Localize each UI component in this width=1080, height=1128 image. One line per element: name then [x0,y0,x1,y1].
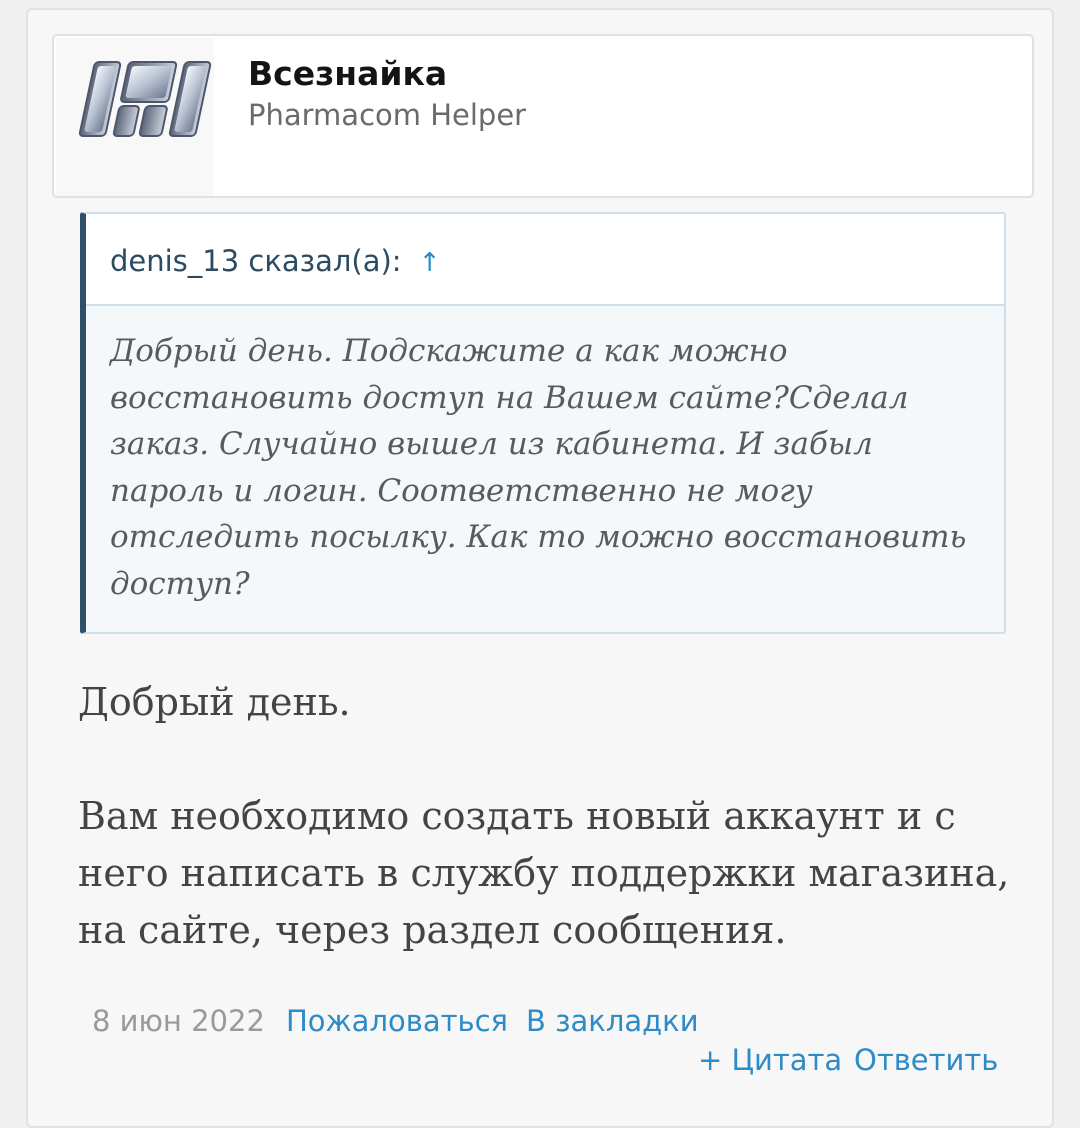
post-date[interactable]: 8 июн 2022 [92,1004,265,1038]
jump-to-post-icon[interactable]: ↑ [419,248,441,278]
author-card: Всезнайка Pharmacom Helper [52,34,1034,198]
report-link[interactable]: Пожаловаться [286,1004,508,1038]
quote-block: denis_13 сказал(а): ↑ Добрый день. Подск… [80,212,1006,634]
author-name[interactable]: Всезнайка [248,54,447,93]
post-text: Вам необходимо создать новый аккаунт и с… [78,794,1010,952]
post-body: Добрый день. Вам необходимо создать новы… [78,674,1028,959]
quote-button[interactable]: + Цитата [698,1043,842,1077]
post-container: Всезнайка Pharmacom Helper denis_13 сказ… [26,8,1054,1128]
pharmacom-logo-icon [78,61,212,137]
avatar[interactable] [56,38,214,196]
quote-author-line: denis_13 сказал(а): ↑ [110,244,441,278]
quote-author-label: denis_13 сказал(а): [110,244,402,278]
quote-header: denis_13 сказал(а): ↑ [86,214,1004,306]
quote-text: Добрый день. Подскажите а как можно восс… [110,333,967,602]
author-title: Pharmacom Helper [248,98,527,132]
post-greeting: Добрый день. [78,680,351,724]
reply-button[interactable]: Ответить [854,1043,998,1077]
bookmark-link[interactable]: В закладки [526,1004,699,1038]
